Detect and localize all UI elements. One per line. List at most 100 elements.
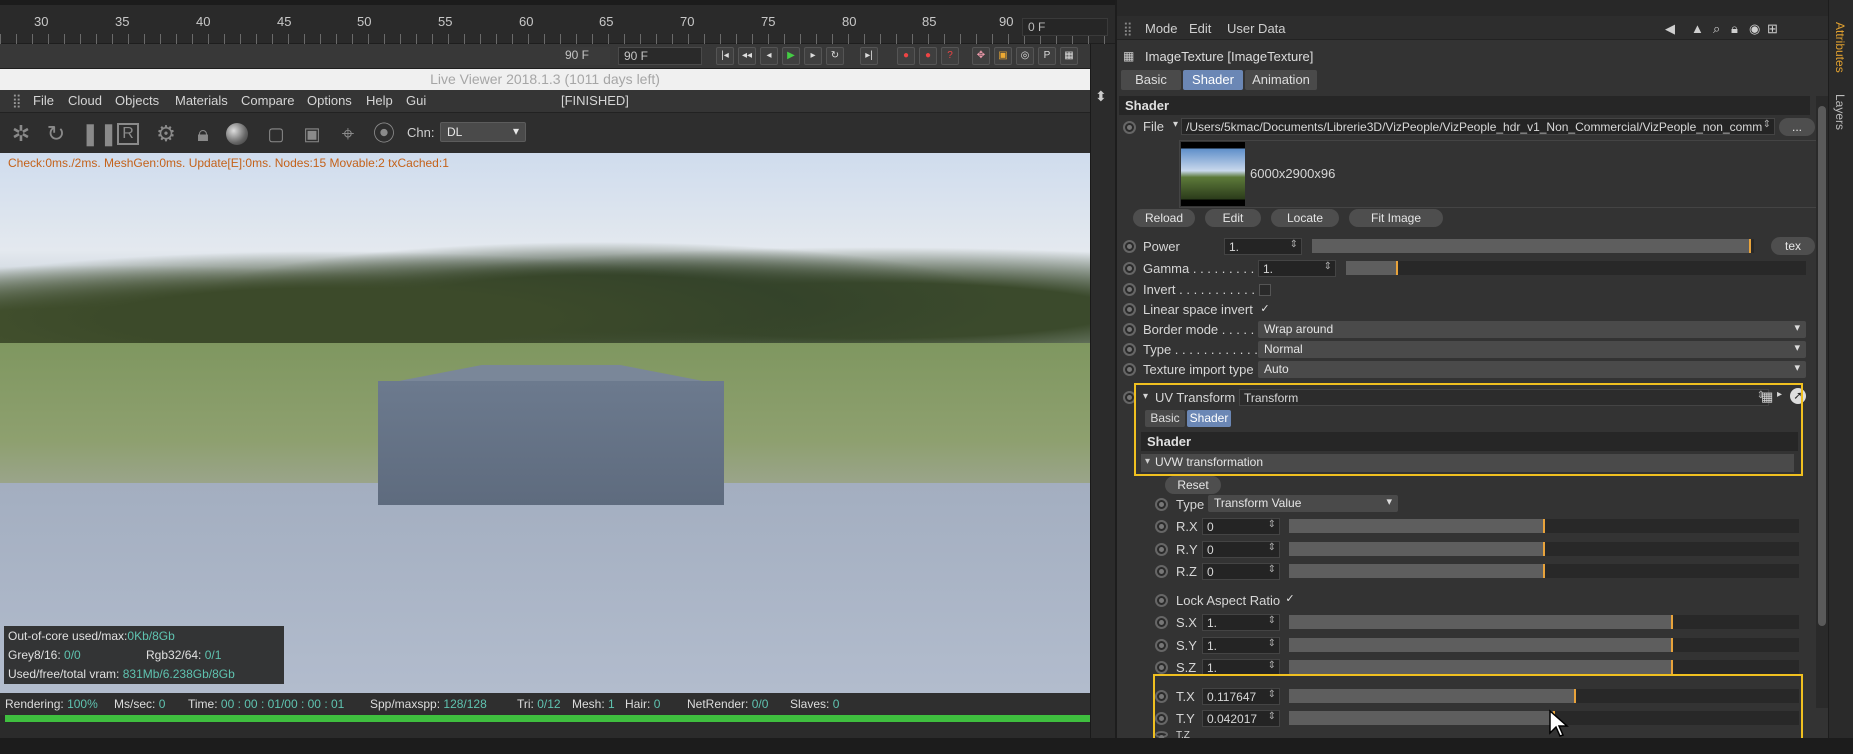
menu-cloud[interactable]: Cloud	[68, 93, 102, 108]
timeline-ruler[interactable]: 30 35 40 45 50 55 60 65 70 75 80 85 90 0…	[0, 0, 1115, 44]
gamma-slider[interactable]	[1346, 261, 1806, 275]
tex-button[interactable]: tex	[1771, 237, 1815, 255]
border-mode-select[interactable]: Wrap around	[1258, 321, 1806, 338]
type-select[interactable]: Normal	[1258, 341, 1806, 358]
splitter-column[interactable]: ⬍	[1090, 44, 1115, 744]
sz-anim-icon[interactable]	[1155, 661, 1168, 674]
subsample-icon[interactable]: ▣	[299, 121, 325, 147]
pick-material-icon[interactable]: ⦿	[371, 121, 397, 147]
transform-type-select[interactable]: Transform Value	[1208, 495, 1398, 512]
goto-start-icon[interactable]: |◂	[716, 47, 734, 65]
prev-frame-icon[interactable]: ◂	[760, 47, 778, 65]
fit-image-button[interactable]: Fit Image	[1349, 209, 1443, 227]
new-panel-icon[interactable]: ⊞	[1767, 21, 1778, 37]
menu-options[interactable]: Options	[307, 93, 352, 108]
rz-anim-icon[interactable]	[1155, 565, 1168, 578]
ry-anim-icon[interactable]	[1155, 543, 1168, 556]
rotate-key-icon[interactable]: ◎	[1016, 47, 1034, 65]
edit-button[interactable]: Edit	[1205, 209, 1261, 227]
sx-field[interactable]: 1.	[1202, 614, 1280, 631]
side-tab-attributes[interactable]: Attributes	[1833, 22, 1847, 73]
texture-thumbnail[interactable]	[1181, 142, 1245, 206]
ry-slider[interactable]	[1289, 542, 1799, 556]
grid-key-icon[interactable]: ▦	[1060, 47, 1078, 65]
pick-focus-icon[interactable]: ⌖	[335, 121, 361, 147]
power-anim-icon[interactable]	[1123, 240, 1136, 253]
attr-menu-mode[interactable]: Mode	[1145, 21, 1178, 36]
tab-shader[interactable]: Shader	[1183, 70, 1243, 90]
gamma-anim-icon[interactable]	[1123, 262, 1136, 275]
lock-aspect-checkbox[interactable]: ✓	[1284, 594, 1296, 606]
search-icon[interactable]: ⌕	[1713, 21, 1720, 37]
reset-button[interactable]: Reset	[1165, 476, 1221, 494]
attr-menu-userdata[interactable]: User Data	[1227, 21, 1286, 36]
play-icon[interactable]: ▶	[782, 47, 800, 65]
reload-button[interactable]: Reload	[1133, 209, 1195, 227]
menu-compare[interactable]: Compare	[241, 93, 294, 108]
lock-icon[interactable]: 🔒︎	[1731, 21, 1738, 37]
menu-materials[interactable]: Materials	[175, 93, 228, 108]
file-browse-button[interactable]: ...	[1779, 118, 1815, 136]
rx-field[interactable]: 0	[1202, 518, 1280, 535]
param-key-icon[interactable]: P	[1038, 47, 1056, 65]
import-type-select[interactable]: Auto	[1258, 361, 1806, 378]
settings-icon[interactable]: ◉	[1749, 21, 1760, 37]
restart-icon[interactable]: ↻	[43, 121, 69, 147]
sz-slider[interactable]	[1289, 660, 1799, 674]
clay-mode-icon[interactable]: ▢	[263, 121, 289, 147]
rz-slider[interactable]	[1289, 564, 1799, 578]
border-anim-icon[interactable]	[1123, 323, 1136, 336]
sx-anim-icon[interactable]	[1155, 616, 1168, 629]
material-ball-icon[interactable]	[226, 123, 248, 145]
sy-field[interactable]: 1.	[1202, 637, 1280, 654]
channel-select[interactable]: DL ▾	[440, 122, 526, 142]
arrow-down-icon[interactable]: ⬍	[1095, 88, 1107, 105]
locate-button[interactable]: Locate	[1271, 209, 1339, 227]
up-arrow-icon[interactable]: ▲	[1691, 21, 1704, 36]
keyframe-sel-icon[interactable]: ?	[941, 47, 959, 65]
linear-anim-icon[interactable]	[1123, 303, 1136, 316]
file-anim-icon[interactable]	[1123, 121, 1136, 134]
menu-objects[interactable]: Objects	[115, 93, 159, 108]
end-frame-field[interactable]: 90 F	[618, 47, 702, 65]
menu-file[interactable]: File	[33, 93, 54, 108]
invert-checkbox[interactable]	[1259, 284, 1271, 296]
record-icon[interactable]: ●	[897, 47, 915, 65]
menu-help[interactable]: Help	[366, 93, 393, 108]
lock-icon[interactable]: 🔒︎	[190, 121, 216, 147]
type-anim-icon[interactable]	[1123, 343, 1136, 356]
move-key-icon[interactable]: ✥	[972, 47, 990, 65]
autokey-icon[interactable]: ●	[919, 47, 937, 65]
invert-anim-icon[interactable]	[1123, 283, 1136, 296]
grip-icon[interactable]: ⣿	[1123, 21, 1133, 37]
gamma-field[interactable]: 1.	[1258, 260, 1336, 277]
rx-slider[interactable]	[1289, 519, 1799, 533]
tab-animation[interactable]: Animation	[1245, 70, 1317, 90]
import-anim-icon[interactable]	[1123, 363, 1136, 376]
attr-menu-edit[interactable]: Edit	[1189, 21, 1211, 36]
file-menu-icon[interactable]: ▾	[1173, 119, 1178, 130]
prev-key-icon[interactable]: ◂◂	[738, 47, 756, 65]
sy-slider[interactable]	[1289, 638, 1799, 652]
send-scene-icon[interactable]: ✲	[8, 121, 34, 147]
file-path-field[interactable]: /Users/5kmac/Documents/Librerie3D/VizPeo…	[1181, 118, 1775, 135]
side-tab-layers[interactable]: Layers	[1833, 94, 1847, 130]
goto-end-icon[interactable]: ▸|	[860, 47, 878, 65]
rz-field[interactable]: 0	[1202, 563, 1280, 580]
sx-slider[interactable]	[1289, 615, 1799, 629]
power-field[interactable]: 1.	[1224, 238, 1302, 255]
lock-anim-icon[interactable]	[1155, 594, 1168, 607]
scroll-thumb[interactable]	[1818, 106, 1826, 626]
scale-key-icon[interactable]: ▣	[994, 47, 1012, 65]
current-frame-field[interactable]: 0 F	[1022, 18, 1108, 36]
menu-gui[interactable]: Gui	[406, 93, 426, 108]
back-arrow-icon[interactable]: ◀	[1665, 21, 1675, 37]
grip-icon[interactable]: ⣿	[12, 93, 22, 109]
next-frame-icon[interactable]: ▸	[804, 47, 822, 65]
ttype-anim-icon[interactable]	[1155, 498, 1168, 511]
rx-anim-icon[interactable]	[1155, 520, 1168, 533]
render-viewport[interactable]: Check:0ms./2ms. MeshGen:0ms. Update[E]:0…	[0, 153, 1090, 693]
loop-icon[interactable]: ↻	[826, 47, 844, 65]
end-frame-a[interactable]: 90 F	[560, 47, 610, 65]
ry-field[interactable]: 0	[1202, 541, 1280, 558]
